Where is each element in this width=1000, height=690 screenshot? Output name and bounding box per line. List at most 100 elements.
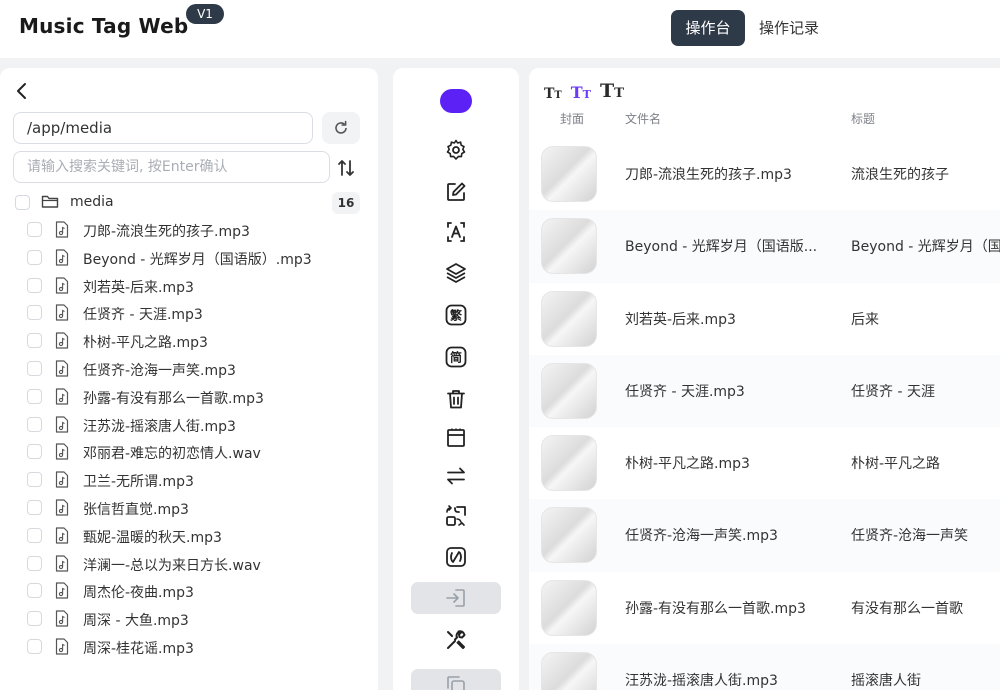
row-filename: 刘若英-后来.mp3 — [625, 311, 736, 328]
file-name: 刀郎-流浪生死的孩子.mp3 — [83, 224, 250, 240]
row-title: 任贤齐-沧海一声笑 — [851, 528, 969, 545]
file-checkbox[interactable] — [27, 333, 42, 349]
nav-console-button[interactable]: 操作台 — [671, 10, 745, 46]
row-filename: 任贤齐 - 天涯.mp3 — [625, 383, 745, 400]
table-row[interactable]: 任贤齐 - 天涯.mp3 任贤齐 - 天涯 — [529, 354, 1000, 428]
font-size-small-toggle[interactable]: TT — [544, 87, 562, 101]
simplified-convert-button[interactable]: 简 — [393, 342, 519, 372]
tree-item[interactable]: 汪苏泷-摇滚唐人街.mp3 — [0, 411, 378, 439]
row-title: 流浪生死的孩子 — [851, 167, 949, 183]
row-filename: 朴树-平凡之路.mp3 — [625, 456, 750, 473]
archive-button[interactable] — [393, 423, 519, 453]
tree-item[interactable]: 周杰伦-夜曲.mp3 — [0, 577, 378, 605]
table-row[interactable]: 朴树-平凡之路.mp3 朴树-平凡之路 — [529, 427, 1000, 500]
folder-name: media — [70, 194, 114, 210]
tree-item[interactable]: 刘若英-后来.mp3 — [0, 272, 378, 300]
file-checkbox[interactable] — [27, 527, 42, 543]
search-input[interactable] — [13, 151, 330, 183]
folder-checkbox[interactable] — [15, 195, 30, 210]
back-arrow-icon[interactable] — [15, 82, 29, 100]
tree-item[interactable]: 洋澜一-总以为来日方长.wav — [0, 550, 378, 578]
file-checkbox[interactable] — [27, 305, 42, 321]
file-name: 周杰伦-夜曲.mp3 — [83, 585, 194, 602]
file-name: 孙露-有没有那么一首歌.mp3 — [83, 390, 264, 407]
traditional-convert-button[interactable]: 繁 — [393, 300, 519, 330]
font-size-medium-toggle[interactable]: TT — [571, 85, 591, 101]
file-name: 卫兰-无所谓.mp3 — [83, 474, 194, 491]
file-name: 甄妮-温暖的秋天.mp3 — [83, 529, 222, 546]
file-name: Beyond - 光辉岁月（国语版）.mp3 — [83, 251, 312, 268]
tree-item[interactable]: 孙露-有没有那么一首歌.mp3 — [0, 383, 378, 411]
file-checkbox[interactable] — [27, 360, 42, 376]
file-checkbox[interactable] — [27, 583, 42, 599]
scan-button[interactable] — [393, 542, 519, 572]
music-file-icon — [55, 471, 69, 488]
settings-button[interactable] — [393, 135, 519, 165]
row-title: 有没有那么一首歌 — [851, 600, 963, 617]
import-icon — [446, 589, 465, 607]
action-toolbar: 繁 简 — [393, 68, 519, 690]
file-checkbox[interactable] — [27, 277, 42, 293]
tree-item[interactable]: 卫兰-无所谓.mp3 — [0, 466, 378, 494]
convert-button[interactable] — [393, 501, 519, 531]
tree-item[interactable]: 刀郎-流浪生死的孩子.mp3 — [0, 216, 378, 244]
table-row[interactable]: 刘若英-后来.mp3 后来 — [529, 282, 1000, 355]
text-recognize-icon — [447, 222, 465, 242]
column-header-title[interactable]: 标题 — [851, 110, 875, 127]
path-input[interactable] — [13, 112, 313, 144]
row-filename: 刀郎-流浪生死的孩子.mp3 — [625, 167, 792, 183]
row-filename: 汪苏泷-摇滚唐人街.mp3 — [625, 673, 778, 690]
tree-item[interactable]: 张信哲直觉.mp3 — [0, 494, 378, 522]
table-row[interactable]: Beyond - 光辉岁月（国语版... Beyond - 光辉岁月（国 — [529, 210, 1000, 283]
table-row[interactable]: 汪苏泷-摇滚唐人街.mp3 摇滚唐人街 — [529, 644, 1000, 690]
file-checkbox[interactable] — [27, 222, 42, 237]
edit-button[interactable] — [393, 177, 519, 207]
text-recognize-button[interactable] — [393, 217, 519, 247]
file-checkbox[interactable] — [27, 444, 42, 460]
tree-item[interactable]: 周深 - 大鱼.mp3 — [0, 605, 378, 633]
file-checkbox[interactable] — [27, 472, 42, 488]
file-name: 朴树-平凡之路.mp3 — [83, 335, 208, 352]
swap-button[interactable] — [393, 461, 519, 491]
import-button[interactable] — [411, 582, 501, 614]
copy-button[interactable] — [411, 669, 501, 690]
music-file-icon — [55, 276, 69, 294]
tree-item[interactable]: 任贤齐-沧海一声笑.mp3 — [0, 355, 378, 383]
tree-item[interactable]: 周深-桂花谣.mp3 — [0, 633, 378, 661]
file-checkbox[interactable] — [27, 249, 42, 265]
music-file-icon — [55, 388, 69, 405]
table-row[interactable]: 任贤齐-沧海一声笑.mp3 任贤齐-沧海一声笑 — [529, 499, 1000, 572]
music-file-icon — [55, 554, 69, 572]
traditional-icon: 繁 — [445, 304, 467, 326]
sort-icon[interactable] — [336, 158, 356, 178]
music-file-icon — [55, 527, 69, 544]
tree-item[interactable]: 朴树-平凡之路.mp3 — [0, 327, 378, 355]
nav-history-button[interactable]: 操作记录 — [752, 10, 826, 46]
column-header-filename[interactable]: 文件名 — [625, 110, 661, 127]
trash-icon — [447, 390, 465, 409]
file-checkbox[interactable] — [27, 388, 42, 404]
font-size-large-toggle[interactable]: TT — [600, 82, 624, 101]
tree-item[interactable]: 甄妮-温暖的秋天.mp3 — [0, 522, 378, 550]
music-file-icon — [55, 332, 69, 349]
file-checkbox[interactable] — [27, 611, 42, 627]
status-pill[interactable] — [440, 89, 472, 113]
folder-row[interactable]: media 16 — [0, 190, 378, 216]
file-checkbox[interactable] — [27, 638, 42, 654]
cover-thumbnail — [541, 362, 597, 419]
file-checkbox[interactable] — [27, 416, 42, 432]
table-row[interactable]: 孙露-有没有那么一首歌.mp3 有没有那么一首歌 — [529, 571, 1000, 645]
simplified-icon: 简 — [445, 346, 467, 368]
file-name: 邓丽君-难忘的初恋情人.wav — [83, 446, 261, 463]
row-filename: 孙露-有没有那么一首歌.mp3 — [625, 600, 806, 617]
tree-item[interactable]: Beyond - 光辉岁月（国语版）.mp3 — [0, 244, 378, 272]
tools-button[interactable] — [393, 625, 519, 655]
delete-button[interactable] — [393, 384, 519, 414]
tree-item[interactable]: 任贤齐 - 天涯.mp3 — [0, 299, 378, 327]
file-checkbox[interactable] — [27, 499, 42, 515]
refresh-button[interactable] — [322, 112, 360, 144]
tree-item[interactable]: 邓丽君-难忘的初恋情人.wav — [0, 438, 378, 466]
file-checkbox[interactable] — [27, 555, 42, 571]
table-row[interactable]: 刀郎-流浪生死的孩子.mp3 流浪生死的孩子 — [529, 138, 1000, 211]
layers-button[interactable] — [393, 258, 519, 288]
